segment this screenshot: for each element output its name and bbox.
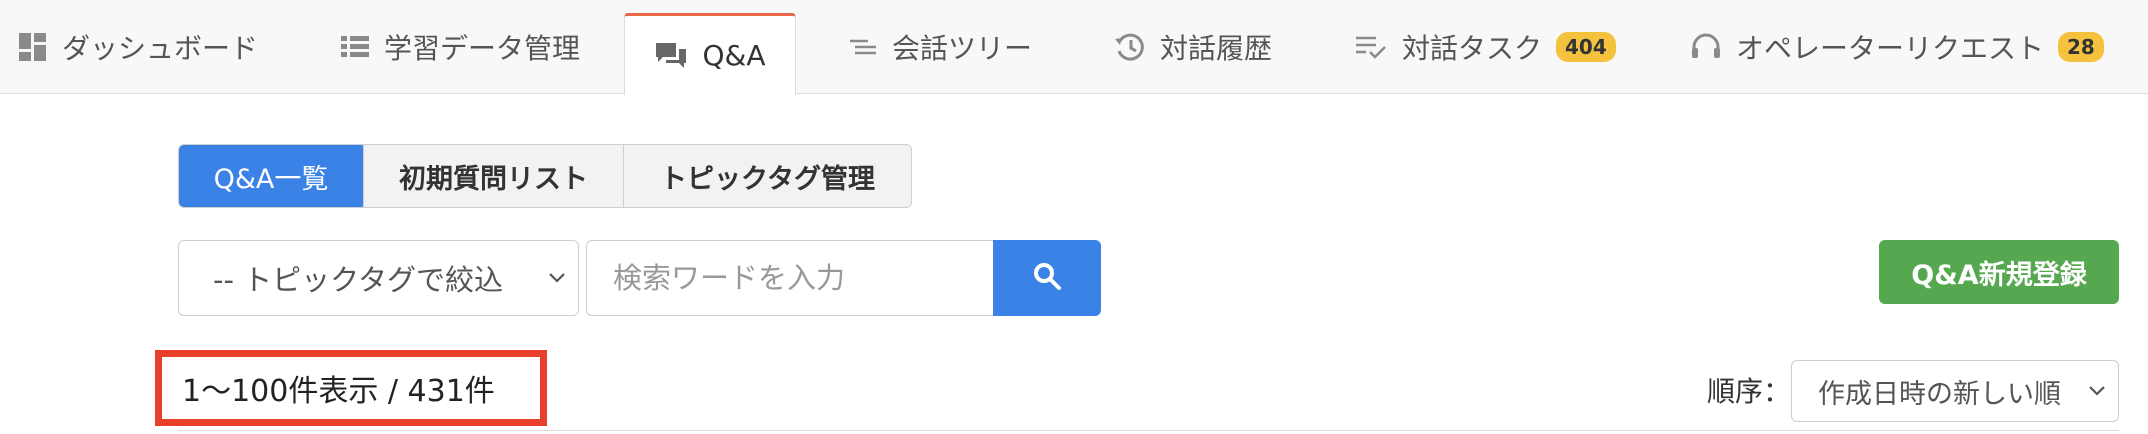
history-icon xyxy=(1114,31,1146,63)
select-value: 作成日時の新しい順 xyxy=(1818,378,2061,410)
table-top-border xyxy=(178,430,2119,431)
dashboard-icon xyxy=(18,32,48,62)
tab-label: ダッシュボード xyxy=(62,32,259,65)
tab-dialogue-tasks[interactable]: 対話タスク 404 xyxy=(1354,0,1616,94)
top-navigation: ダッシュボード 学習データ管理 Q&A 会話ツリー 対話履歴 対話タスク 404… xyxy=(0,0,2148,95)
result-count: 1〜100件表示 / 431件 xyxy=(155,350,547,426)
tab-label: 対話履歴 xyxy=(1160,32,1273,65)
task-check-icon xyxy=(1354,32,1388,62)
chevron-down-icon xyxy=(2076,385,2118,397)
qa-subtabs: Q&A一覧 初期質問リスト トピックタグ管理 xyxy=(178,144,912,208)
tab-dashboard[interactable]: ダッシュボード xyxy=(18,0,258,94)
subtab-qa-list[interactable]: Q&A一覧 xyxy=(179,145,363,207)
tab-training-data[interactable]: 学習データ管理 xyxy=(340,0,580,94)
search-icon xyxy=(1032,261,1062,295)
search-button[interactable] xyxy=(993,240,1101,316)
tab-label: 会話ツリー xyxy=(892,32,1033,65)
tab-label: Q&A xyxy=(702,39,766,72)
tab-operator-request[interactable]: オペレーターリクエスト 28 xyxy=(1690,0,2104,94)
list-icon xyxy=(340,32,370,62)
chevron-down-icon xyxy=(536,272,578,284)
select-value: -- トピックタグで絞込 xyxy=(213,263,503,297)
chat-bubbles-icon xyxy=(654,41,688,71)
order-select[interactable]: 作成日時の新しい順 xyxy=(1791,360,2119,422)
tab-qa[interactable]: Q&A xyxy=(624,13,796,95)
subtab-initial-questions[interactable]: 初期質問リスト xyxy=(363,145,623,207)
tab-dialogue-history[interactable]: 対話履歴 xyxy=(1114,0,1272,94)
subtab-topic-tags[interactable]: トピックタグ管理 xyxy=(623,145,911,207)
tree-lines-icon xyxy=(848,32,878,62)
search-input[interactable] xyxy=(586,240,998,316)
order-label: 順序： xyxy=(1707,375,1792,408)
tab-label: オペレーターリクエスト xyxy=(1736,32,2045,65)
tab-label: 対話タスク xyxy=(1402,32,1543,65)
result-count-text: 1〜100件表示 / 431件 xyxy=(182,374,495,409)
tab-conversation-tree[interactable]: 会話ツリー xyxy=(848,0,1032,94)
new-qa-button[interactable]: Q&A新規登録 xyxy=(1879,240,2119,304)
task-count-badge: 404 xyxy=(1556,32,1616,62)
request-count-badge: 28 xyxy=(2058,32,2104,62)
topic-tag-filter-select[interactable]: -- トピックタグで絞込 xyxy=(178,240,579,316)
tab-label: 学習データ管理 xyxy=(384,32,581,65)
headset-icon xyxy=(1690,31,1722,63)
